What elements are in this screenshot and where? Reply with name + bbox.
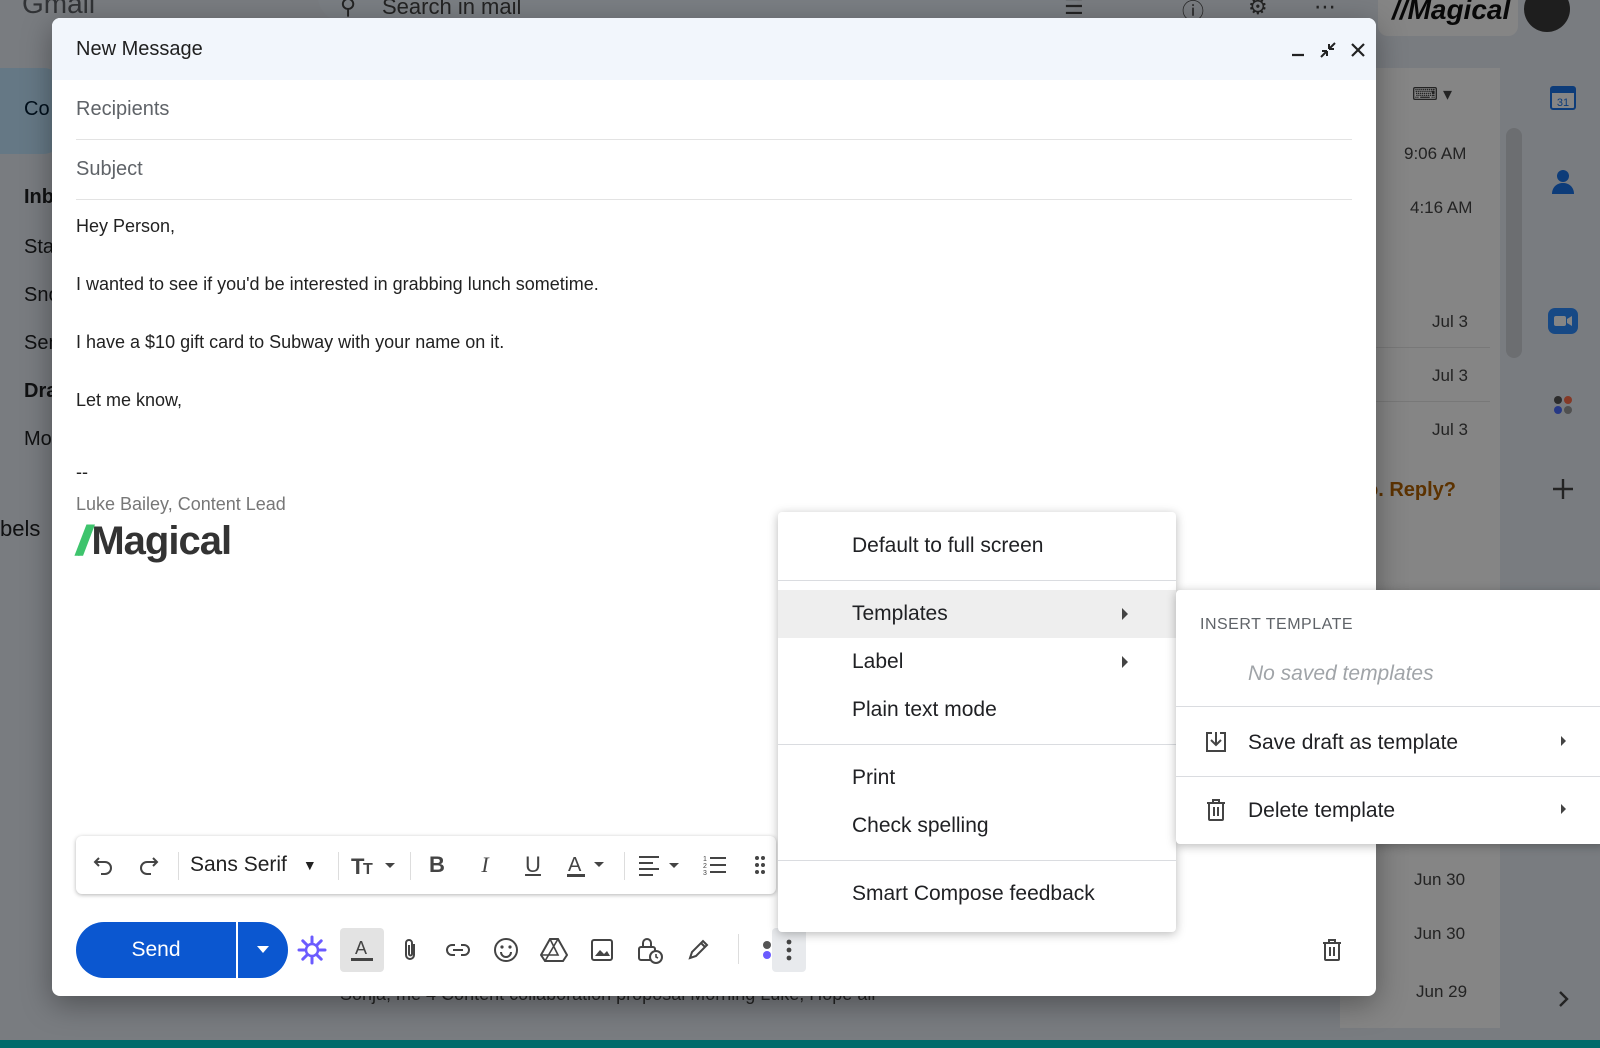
menu-divider [778,580,1176,581]
insert-photo-icon[interactable] [584,932,620,968]
toolbar-divider [624,852,625,880]
redo-icon[interactable] [134,850,164,880]
submenu-arrow-icon [1561,736,1566,746]
bold-icon[interactable]: B [422,850,452,880]
menu-item-templates[interactable]: Templates [778,590,1176,638]
signature-logo-text: Magical [91,518,232,563]
chevron-down-icon: ▼ [302,857,317,873]
body-line[interactable]: I wanted to see if you'd be interested i… [76,274,599,295]
more-options-icon[interactable] [772,928,806,972]
undo-icon[interactable] [88,850,118,880]
menu-item-default-full-screen[interactable]: Default to full screen [778,522,1176,570]
font-family-label: Sans Serif [190,853,287,876]
toolbar-divider [738,934,739,964]
toolbar-divider [178,852,179,880]
send-button[interactable]: Send [76,922,236,978]
trash-icon [1204,798,1228,822]
menu-item-label: Templates [852,602,948,625]
font-family-select[interactable]: Sans Serif ▼ [190,850,330,880]
discard-draft-trash-icon[interactable] [1314,932,1350,968]
ai-sparkle-icon[interactable] [294,932,330,968]
delete-template-label: Delete template [1248,799,1396,822]
insert-link-icon[interactable] [440,932,476,968]
submenu-arrow-icon [1122,608,1128,620]
svg-text:3: 3 [703,870,707,876]
body-line[interactable]: I have a $10 gift card to Subway with yo… [76,332,504,353]
exit-fullscreen-icon[interactable] [1316,38,1340,62]
compose-header: New Message [52,18,1376,80]
menu-item-label: Plain text mode [852,698,997,721]
text-color-icon[interactable]: A [564,850,612,880]
svg-text:2: 2 [703,863,707,870]
underline-icon[interactable]: U [518,850,548,880]
menu-divider [1176,706,1600,707]
svg-text:T: T [363,861,373,877]
italic-icon[interactable]: I [470,850,500,880]
emoji-icon[interactable] [488,932,524,968]
menu-divider [1176,776,1600,777]
svg-text:A: A [355,938,367,958]
menu-item-check-spelling[interactable]: Check spelling [778,802,1176,850]
menu-item-print[interactable]: Print [778,754,1176,802]
svg-text:1: 1 [703,856,707,863]
save-download-icon [1204,730,1228,754]
signature-name: Luke Bailey, Content Lead [76,494,286,514]
signature-pen-icon[interactable] [680,932,716,968]
signature-logo-mark: // [76,517,92,564]
align-icon[interactable] [636,850,686,880]
formatting-options-icon[interactable]: A [340,928,384,972]
menu-divider [778,860,1176,861]
toolbar-divider [410,852,411,880]
no-saved-templates-text: No saved templates [1248,662,1434,685]
compose-title: New Message [76,38,203,60]
compose-dialog: New Message Hey Person, I wanted to see … [52,18,1376,996]
delete-template-item[interactable]: Delete template [1176,782,1600,838]
menu-item-smart-compose-feedback[interactable]: Smart Compose feedback [778,870,1176,918]
menu-item-label: Smart Compose feedback [852,882,1095,905]
body-line[interactable]: Hey Person, [76,216,175,237]
toolbar-divider [338,852,339,880]
minimize-icon[interactable] [1286,38,1310,62]
subject-field[interactable] [76,140,1352,200]
attach-file-icon[interactable] [392,932,428,968]
recipients-input[interactable] [76,98,1276,121]
bulleted-list-icon[interactable] [748,850,772,880]
menu-item-plain-text-mode[interactable]: Plain text mode [778,686,1176,734]
svg-text:A: A [568,854,582,876]
taskbar-strip [0,1040,1600,1048]
font-size-icon[interactable]: TT [348,850,402,880]
menu-divider [778,744,1176,745]
confidential-mode-icon[interactable] [632,932,668,968]
signature-separator: -- [76,462,88,482]
menu-item-label[interactable]: Label [778,638,1176,686]
save-draft-label: Save draft as template [1248,731,1459,754]
body-line[interactable]: Let me know, [76,390,182,411]
submenu-arrow-icon [1122,656,1128,668]
schedule-send-dropdown[interactable] [238,922,288,978]
insert-template-heading: INSERT TEMPLATE [1200,616,1354,633]
menu-item-label: Default to full screen [852,534,1044,557]
numbered-list-icon[interactable]: 123 [700,850,730,880]
menu-item-label: Check spelling [852,814,989,837]
recipients-field[interactable] [76,80,1352,140]
menu-item-label: Print [852,766,896,789]
google-drive-icon[interactable] [536,932,572,968]
subject-input[interactable] [76,158,1276,181]
signature-logo: // Magical [76,517,232,564]
close-icon[interactable] [1346,38,1370,62]
more-options-menu: Default to full screen Templates Label P… [778,512,1176,932]
formatting-toolbar: Sans Serif ▼ TT B I U A 123 [76,836,776,894]
menu-item-label-text: Label [852,650,904,673]
templates-submenu: INSERT TEMPLATE No saved templates Save … [1176,590,1600,844]
submenu-arrow-icon [1561,804,1566,814]
save-draft-as-template-item[interactable]: Save draft as template [1176,714,1600,770]
